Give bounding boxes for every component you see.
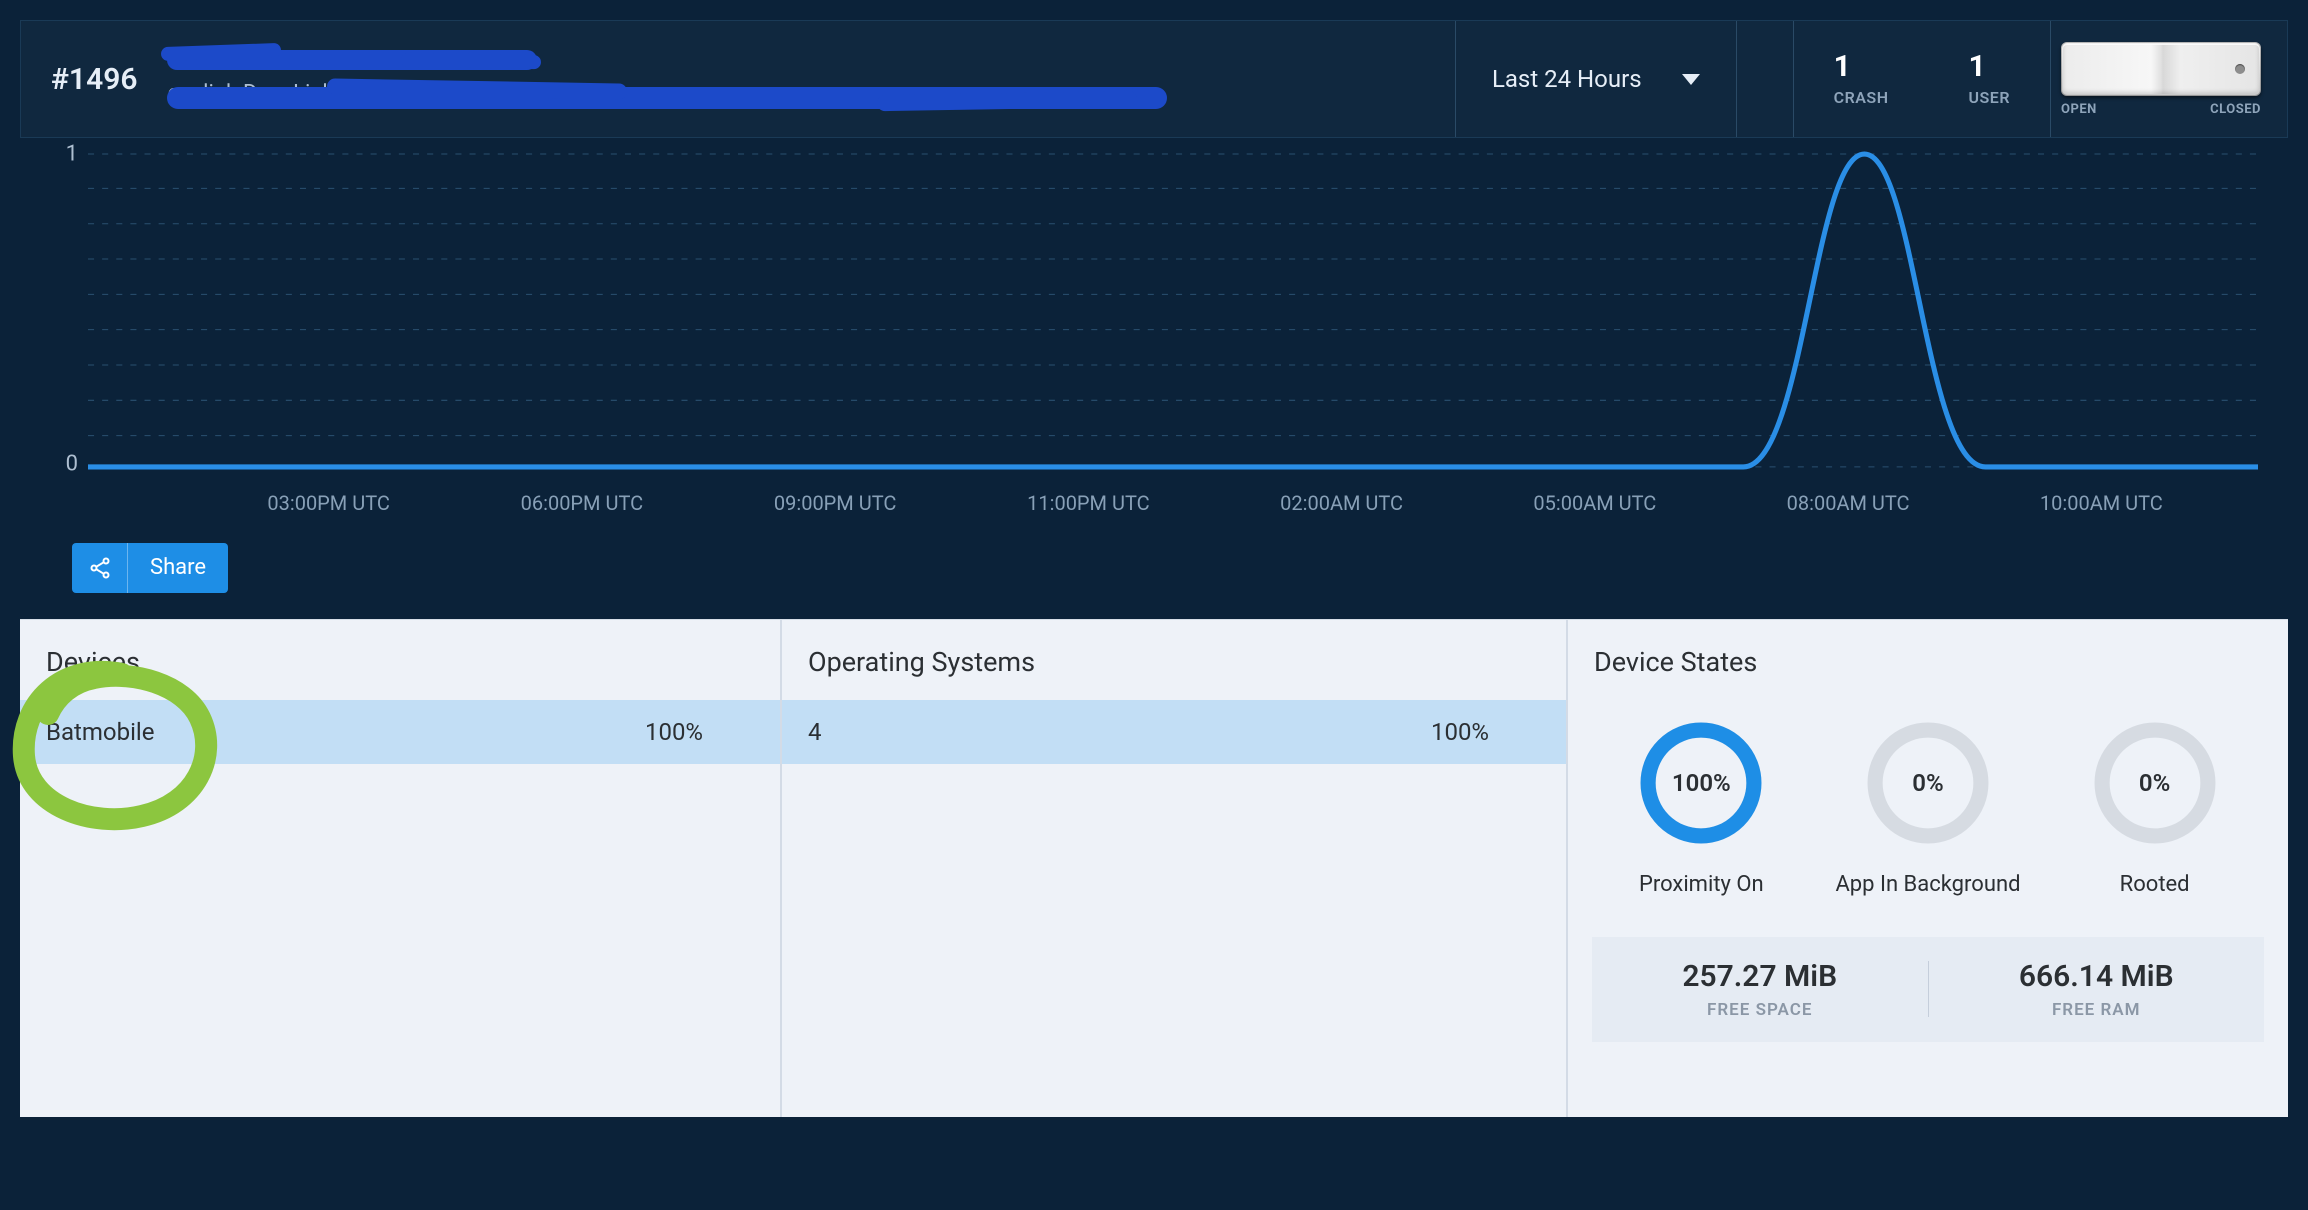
states-title: Device States — [1568, 646, 2288, 700]
crash-stat: 1 CRASH — [1794, 52, 1929, 107]
panels-row: Devices Batmobile 100% Operating Systems… — [20, 619, 2288, 1117]
chart-svg — [88, 148, 2258, 473]
issue-title-line2-redacted: eeplink.DeepLinkUtils.getDeepLinkAction — [167, 81, 1167, 115]
issue-id: #1496 — [21, 21, 167, 137]
crash-label: CRASH — [1834, 88, 1889, 107]
share-button[interactable]: Share — [72, 543, 228, 593]
user-count: 1 — [1969, 52, 2010, 82]
x-tick-3: 11:00PM UTC — [962, 491, 1215, 515]
gauge-rooted-value: 0% — [2092, 720, 2218, 846]
os-panel: Operating Systems 4 100% — [782, 620, 1566, 1117]
issue-title-block: line 02 eeplink.DeepLinkUtils.getDeepLin… — [167, 21, 1454, 137]
chart-x-ticks: 03:00PM UTC 06:00PM UTC 09:00PM UTC 11:0… — [88, 491, 2258, 515]
crash-count: 1 — [1834, 52, 1889, 82]
chevron-down-icon — [1682, 74, 1700, 85]
toggle-open-label: OPEN — [2061, 102, 2097, 117]
x-tick-2: 09:00PM UTC — [709, 491, 962, 515]
device-name: Batmobile — [46, 718, 594, 746]
free-space-label: FREE SPACE — [1707, 1000, 1812, 1020]
free-space-value: 257.27 MiB — [1682, 959, 1837, 994]
os-name: 4 — [808, 718, 1380, 746]
y-tick-1: 1 — [66, 142, 78, 167]
share-icon — [72, 543, 128, 593]
os-pct: 100% — [1380, 718, 1540, 746]
header-stats: 1 CRASH 1 USER — [1794, 21, 2050, 137]
x-tick-4: 02:00AM UTC — [1215, 491, 1468, 515]
toggle-closed-label: CLOSED — [2210, 102, 2261, 117]
y-tick-0: 0 — [66, 452, 78, 477]
memory-stats: 257.27 MiB FREE SPACE 666.14 MiB FREE RA… — [1592, 937, 2264, 1042]
gauge-background-label: App In Background — [1835, 872, 2020, 897]
issue-id-text: #1496 — [51, 62, 137, 97]
x-tick-6: 08:00AM UTC — [1722, 491, 1975, 515]
device-states-panel: Device States 100% Proximity On — [1568, 620, 2288, 1117]
date-picker-button[interactable] — [1737, 21, 1793, 137]
table-row[interactable]: Batmobile 100% — [20, 700, 780, 764]
devices-panel: Devices Batmobile 100% — [20, 620, 780, 1117]
user-label: USER — [1969, 88, 2010, 107]
share-label: Share — [128, 555, 228, 580]
free-space-stat: 257.27 MiB FREE SPACE — [1592, 959, 1928, 1020]
gauge-background-value: 0% — [1865, 720, 1991, 846]
gauge-rooted: 0% Rooted — [2050, 720, 2260, 897]
issue-header: #1496 line 02 eeplink.DeepLinkUtils.getD… — [20, 20, 2288, 138]
free-ram-stat: 666.14 MiB FREE RAM — [1929, 959, 2265, 1020]
x-tick-7: 10:00AM UTC — [1975, 491, 2228, 515]
gauge-proximity: 100% Proximity On — [1596, 720, 1806, 897]
gauge-background: 0% App In Background — [1823, 720, 2033, 897]
issue-state-toggle[interactable] — [2061, 42, 2261, 96]
device-pct: 100% — [594, 718, 754, 746]
issue-title-line1-redacted: line 02 — [167, 43, 537, 71]
user-stat: 1 USER — [1929, 52, 2050, 107]
free-ram-label: FREE RAM — [2052, 1000, 2141, 1020]
crash-chart: 1 0 03:00PM UTC 06:00PM UTC — [20, 138, 2288, 515]
devices-title: Devices — [20, 646, 780, 700]
gauge-proximity-value: 100% — [1638, 720, 1764, 846]
table-row[interactable]: 4 100% — [782, 700, 1566, 764]
gauge-rooted-label: Rooted — [2120, 872, 2190, 897]
time-range-dropdown[interactable]: Last 24 Hours — [1456, 21, 1736, 137]
issue-state-toggle-block: OPEN CLOSED — [2051, 21, 2287, 137]
free-ram-value: 666.14 MiB — [2019, 959, 2174, 994]
x-tick-1: 06:00PM UTC — [455, 491, 708, 515]
time-range-label: Last 24 Hours — [1492, 65, 1642, 93]
x-tick-0: 03:00PM UTC — [202, 491, 455, 515]
x-tick-5: 05:00AM UTC — [1468, 491, 1721, 515]
os-title: Operating Systems — [782, 646, 1566, 700]
gauge-proximity-label: Proximity On — [1639, 872, 1764, 897]
